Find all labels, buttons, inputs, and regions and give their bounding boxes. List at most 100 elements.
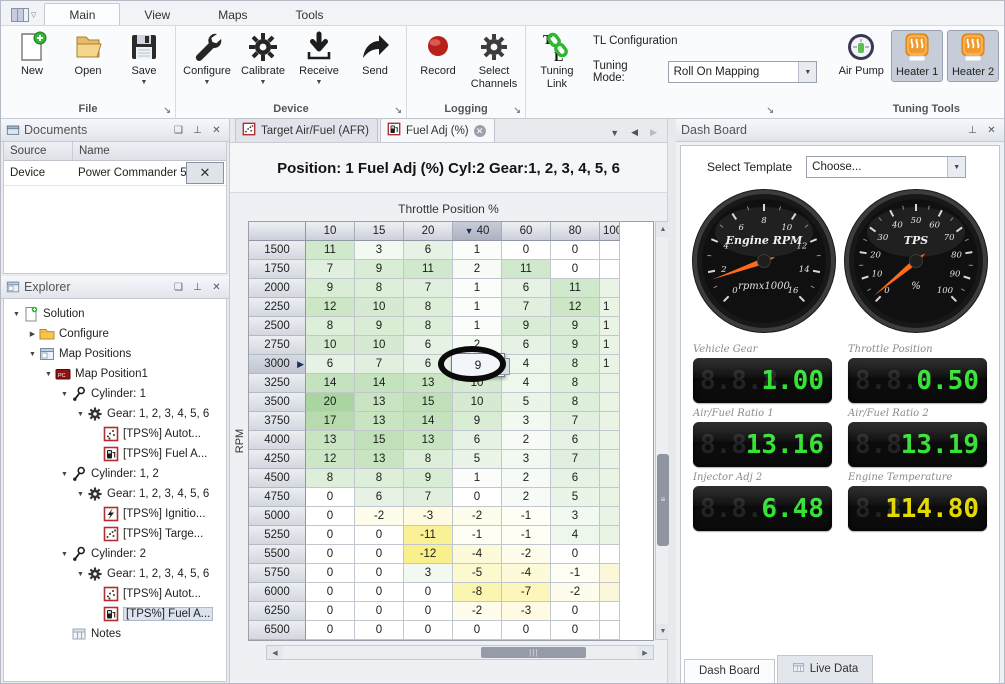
table-cell[interactable]: 8 <box>306 469 355 488</box>
table-cell[interactable]: 0 <box>502 621 551 640</box>
collapse-icon[interactable]: ▼ <box>58 551 71 558</box>
table-cell[interactable]: 0 <box>453 488 502 507</box>
tree-item[interactable]: ▼PCMap Position1 <box>4 364 226 384</box>
tab-dash-board[interactable]: Dash Board <box>684 659 775 683</box>
table-cell[interactable]: 11 <box>502 260 551 279</box>
table-cell-clipped[interactable]: 1 <box>600 355 620 374</box>
table-cell[interactable]: 15 <box>355 431 404 450</box>
air-pump-button[interactable]: Air Pump <box>833 29 889 78</box>
table-cell-clipped[interactable] <box>600 621 620 640</box>
table-cell[interactable]: -5 <box>453 564 502 583</box>
column-header-100[interactable]: 100 <box>600 222 620 241</box>
table-cell[interactable]: 0 <box>551 602 600 621</box>
table-cell[interactable]: 0 <box>355 545 404 564</box>
tree-item[interactable]: [TPS%] Fuel A... <box>4 604 226 624</box>
table-cell[interactable]: -3 <box>502 602 551 621</box>
table-cell[interactable]: 11 <box>551 279 600 298</box>
horizontal-scrollbar[interactable]: ◀ ||| ▶ <box>266 645 654 660</box>
column-header-15[interactable]: 15 <box>355 222 404 241</box>
table-cell[interactable]: 2 <box>502 431 551 450</box>
tab-list-dropdown-icon[interactable]: ▼ <box>610 128 619 138</box>
table-cell[interactable]: 14 <box>404 412 453 431</box>
table-cell[interactable]: 9 <box>453 412 502 431</box>
table-cell[interactable]: 2 <box>453 260 502 279</box>
row-header-5000[interactable]: 5000 <box>249 507 306 526</box>
table-cell[interactable]: -1 <box>453 526 502 545</box>
table-cell-clipped[interactable] <box>600 393 620 412</box>
table-cell[interactable]: -1 <box>551 564 600 583</box>
table-cell[interactable]: 2 <box>502 488 551 507</box>
table-cell-clipped[interactable] <box>600 564 620 583</box>
table-cell[interactable]: 13 <box>404 374 453 393</box>
close-icon[interactable]: ✕ <box>209 125 224 136</box>
scroll-tabs-left-icon[interactable]: ◀ <box>631 127 638 138</box>
table-cell[interactable]: 0 <box>355 583 404 602</box>
table-cell[interactable]: 0 <box>306 526 355 545</box>
table-cell[interactable]: -4 <box>453 545 502 564</box>
table-cell[interactable]: 3 <box>502 450 551 469</box>
configure-button[interactable]: Configure ▼ <box>179 29 235 87</box>
table-cell[interactable]: 13 <box>355 412 404 431</box>
table-cell[interactable]: 6 <box>355 488 404 507</box>
row-header-4000[interactable]: 4000 <box>249 431 306 450</box>
table-cell[interactable]: 8 <box>551 393 600 412</box>
table-cell[interactable]: 14 <box>355 374 404 393</box>
ribbon-tab-main[interactable]: Main <box>44 3 120 25</box>
record-button[interactable]: Record <box>410 29 466 78</box>
table-cell[interactable]: 1 <box>453 469 502 488</box>
table-cell[interactable]: -3 <box>404 507 453 526</box>
table-cell-clipped[interactable] <box>600 412 620 431</box>
table-cell[interactable]: 0 <box>551 241 600 260</box>
table-cell[interactable]: 15 <box>404 393 453 412</box>
collapse-icon[interactable]: ▼ <box>58 391 71 398</box>
column-header-10[interactable]: 10 <box>306 222 355 241</box>
tab-target-air-fuel[interactable]: Target Air/Fuel (AFR) <box>235 118 378 142</box>
table-cell-clipped[interactable] <box>600 241 620 260</box>
ribbon-tab-view[interactable]: View <box>120 4 194 25</box>
table-cell[interactable]: 8 <box>404 450 453 469</box>
dialog-launcher-icon[interactable]: ↘ <box>163 105 171 116</box>
table-cell[interactable]: 0 <box>306 488 355 507</box>
tuning-mode-select[interactable]: Roll On Mapping ▼ <box>668 61 818 83</box>
table-cell[interactable]: 0 <box>306 602 355 621</box>
table-cell-clipped[interactable] <box>600 469 620 488</box>
collapse-icon[interactable]: ▼ <box>42 371 55 378</box>
table-cell-clipped[interactable] <box>600 260 620 279</box>
table-cell[interactable]: 0 <box>306 621 355 640</box>
dialog-launcher-icon[interactable]: ↘ <box>513 105 521 116</box>
tree-item[interactable]: [TPS%] Ignitio... <box>4 504 226 524</box>
row-header-5500[interactable]: 5500 <box>249 545 306 564</box>
table-cell-clipped[interactable]: 1 <box>600 336 620 355</box>
close-tab-icon[interactable]: ✕ <box>474 125 486 137</box>
table-cell[interactable]: 6 <box>404 336 453 355</box>
table-cell[interactable]: 8 <box>551 355 600 374</box>
heater-2-toggle[interactable]: Heater 2 <box>947 30 999 82</box>
table-cell[interactable]: 1 <box>453 279 502 298</box>
row-header-5750[interactable]: 5750 <box>249 564 306 583</box>
table-cell[interactable]: 6 <box>551 431 600 450</box>
quick-access-toolbar[interactable]: ▽ <box>1 8 44 25</box>
column-header-80[interactable]: 80 <box>551 222 600 241</box>
heater-1-toggle[interactable]: Heater 1 <box>891 30 943 82</box>
pin-icon[interactable]: ⊥ <box>190 125 205 136</box>
table-cell[interactable]: 0 <box>404 583 453 602</box>
table-cell[interactable]: 7 <box>551 412 600 431</box>
pin-icon[interactable]: ⊥ <box>965 125 980 136</box>
table-cell[interactable]: 0 <box>355 564 404 583</box>
table-cell[interactable]: 5 <box>453 450 502 469</box>
table-cell-clipped[interactable] <box>600 488 620 507</box>
table-cell[interactable]: 13 <box>306 431 355 450</box>
select-channels-button[interactable]: Select Channels <box>466 29 522 90</box>
table-cell[interactable]: 10 <box>306 336 355 355</box>
collapse-icon[interactable]: ▼ <box>10 311 23 318</box>
send-button[interactable]: Send <box>347 29 403 78</box>
table-cell[interactable]: 0 <box>502 241 551 260</box>
editor-drag-handle[interactable] <box>500 358 510 375</box>
row-header-6000[interactable]: 6000 <box>249 583 306 602</box>
table-cell[interactable]: 0 <box>306 564 355 583</box>
table-cell[interactable]: 20 <box>306 393 355 412</box>
maximize-icon[interactable]: ❑ <box>171 282 186 293</box>
table-cell[interactable]: 8 <box>355 469 404 488</box>
tuning-link-button[interactable]: TL Tuning Link <box>529 29 585 90</box>
tree-item[interactable]: [TPS%] Autot... <box>4 424 226 444</box>
